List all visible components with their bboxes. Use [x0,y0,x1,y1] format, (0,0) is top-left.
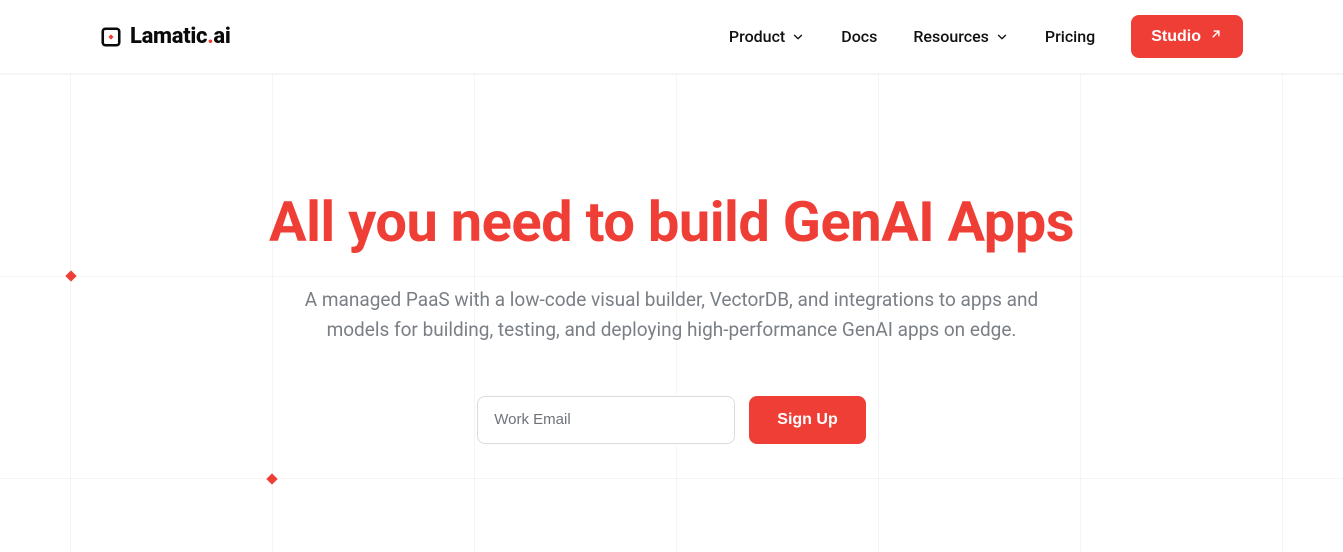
studio-button[interactable]: Studio [1131,15,1243,58]
site-header: Lamatic.ai Product Docs Resources Pricin… [0,0,1343,74]
brand-name: Lamatic.ai [130,24,231,49]
nav-docs-label: Docs [841,27,877,46]
hero-section: All you need to build GenAI Apps A manag… [222,74,1122,444]
hero-subtext: A managed PaaS with a low-code visual bu… [302,285,1042,346]
nav-product[interactable]: Product [729,27,805,46]
nav-pricing[interactable]: Pricing [1045,27,1095,46]
arrow-up-right-icon [1209,27,1223,46]
signup-button[interactable]: Sign Up [749,396,865,444]
chevron-down-icon [995,30,1009,44]
nav-product-label: Product [729,27,785,46]
email-field[interactable] [477,396,735,444]
nav-docs[interactable]: Docs [841,27,877,46]
nav-resources-label: Resources [913,27,989,46]
grid-diamond-icon [266,473,277,484]
nav-resources[interactable]: Resources [913,27,1009,46]
studio-button-label: Studio [1151,28,1201,46]
logo-mark-icon [100,26,122,48]
brand-logo[interactable]: Lamatic.ai [100,24,231,49]
grid-diamond-icon [65,270,76,281]
hero-headline: All you need to build GenAI Apps [222,189,1122,255]
chevron-down-icon [791,30,805,44]
main-nav: Product Docs Resources Pricing Studio [729,15,1243,58]
signup-form: Sign Up [222,396,1122,444]
nav-pricing-label: Pricing [1045,27,1095,46]
